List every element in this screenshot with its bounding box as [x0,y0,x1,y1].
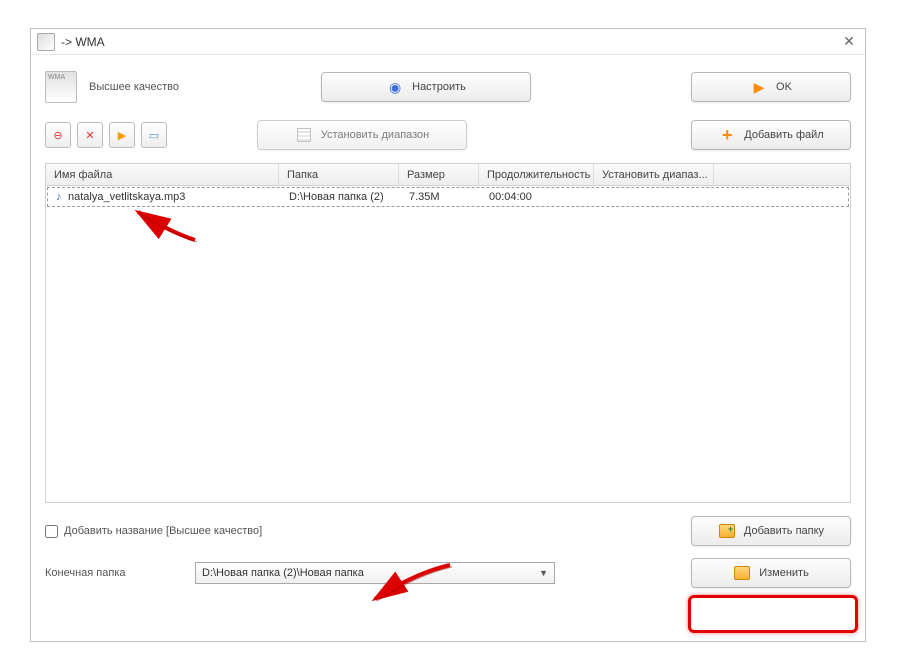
clear-button[interactable]: ✕ [77,122,103,148]
folder-icon [733,564,751,582]
chevron-down-icon: ▼ [539,568,548,578]
col-header-folder[interactable]: Папка [279,164,399,185]
remove-item-button[interactable]: ⊖ [45,122,71,148]
play-icon: ▶ [118,129,126,142]
bottom-row-1: Добавить название [Высшее качество] Доба… [45,515,851,547]
set-range-button[interactable]: Установить диапазон [257,120,467,150]
film-icon [295,126,313,144]
dest-folder-label: Конечная папка [45,567,195,579]
col-header-name[interactable]: Имя файла [46,164,279,185]
bottom-area: Добавить название [Высшее качество] Доба… [45,515,851,589]
table-header: Имя файла Папка Размер Продолжительность… [46,164,850,186]
wma-format-icon [45,71,77,103]
add-title-label: Добавить название [Высшее качество] [64,525,262,537]
cell-name-text: natalya_vetlitskaya.mp3 [68,191,185,203]
folder-plus-icon [718,522,736,540]
cell-duration: 00:04:00 [481,191,596,203]
change-button[interactable]: Изменить [691,558,851,588]
table-row[interactable]: ♪natalya_vetlitskaya.mp3 D:\Новая папка … [47,187,849,207]
col-header-duration[interactable]: Продолжительность [479,164,594,185]
remove-icon: ⊖ [53,129,62,142]
info-button[interactable]: ▭ [141,122,167,148]
dest-folder-value: D:\Новая папка (2)\Новая папка [202,567,364,579]
gear-icon: ◉ [386,78,404,96]
col-header-size[interactable]: Размер [399,164,479,185]
configure-button-label: Настроить [412,81,466,93]
arrow-right-icon: ▶ [750,78,768,96]
app-window: -> WMA ✕ Высшее качество ◉ Настроить ▶ O… [30,28,866,642]
file-table: Имя файла Папка Размер Продолжительность… [45,163,851,503]
window-title: -> WMA [61,35,839,49]
ok-button-label: OK [776,81,792,93]
cell-name: ♪natalya_vetlitskaya.mp3 [48,191,281,203]
bottom-row-2: Конечная папка D:\Новая папка (2)\Новая … [45,557,851,589]
info-icon: ▭ [149,129,159,142]
plus-icon: + [718,126,736,144]
add-folder-button-label: Добавить папку [744,525,824,537]
close-button[interactable]: ✕ [839,32,859,52]
content-area: Высшее качество ◉ Настроить ▶ OK ⊖ ✕ ▶ ▭… [31,55,865,611]
add-folder-button[interactable]: Добавить папку [691,516,851,546]
add-file-button-label: Добавить файл [744,129,823,141]
music-note-icon: ♪ [56,191,66,203]
play-button[interactable]: ▶ [109,122,135,148]
cell-folder: D:\Новая папка (2) [281,191,401,203]
x-icon: ✕ [85,129,94,142]
cell-size: 7.35M [401,191,481,203]
top-row-1: Высшее качество ◉ Настроить ▶ OK [45,67,851,107]
ok-button[interactable]: ▶ OK [691,72,851,102]
quality-label: Высшее качество [89,81,219,93]
configure-button[interactable]: ◉ Настроить [321,72,531,102]
change-button-label: Изменить [759,567,809,579]
add-title-checkbox[interactable] [45,525,58,538]
titlebar: -> WMA ✕ [31,29,865,55]
col-header-range[interactable]: Установить диапаз... [594,164,714,185]
small-toolbar: ⊖ ✕ ▶ ▭ [45,122,167,148]
app-icon [37,33,55,51]
dest-folder-select[interactable]: D:\Новая папка (2)\Новая папка ▼ [195,562,555,584]
top-row-2: ⊖ ✕ ▶ ▭ Установить диапазон + Добавить ф… [45,117,851,153]
set-range-button-label: Установить диапазон [321,129,430,141]
add-file-button[interactable]: + Добавить файл [691,120,851,150]
